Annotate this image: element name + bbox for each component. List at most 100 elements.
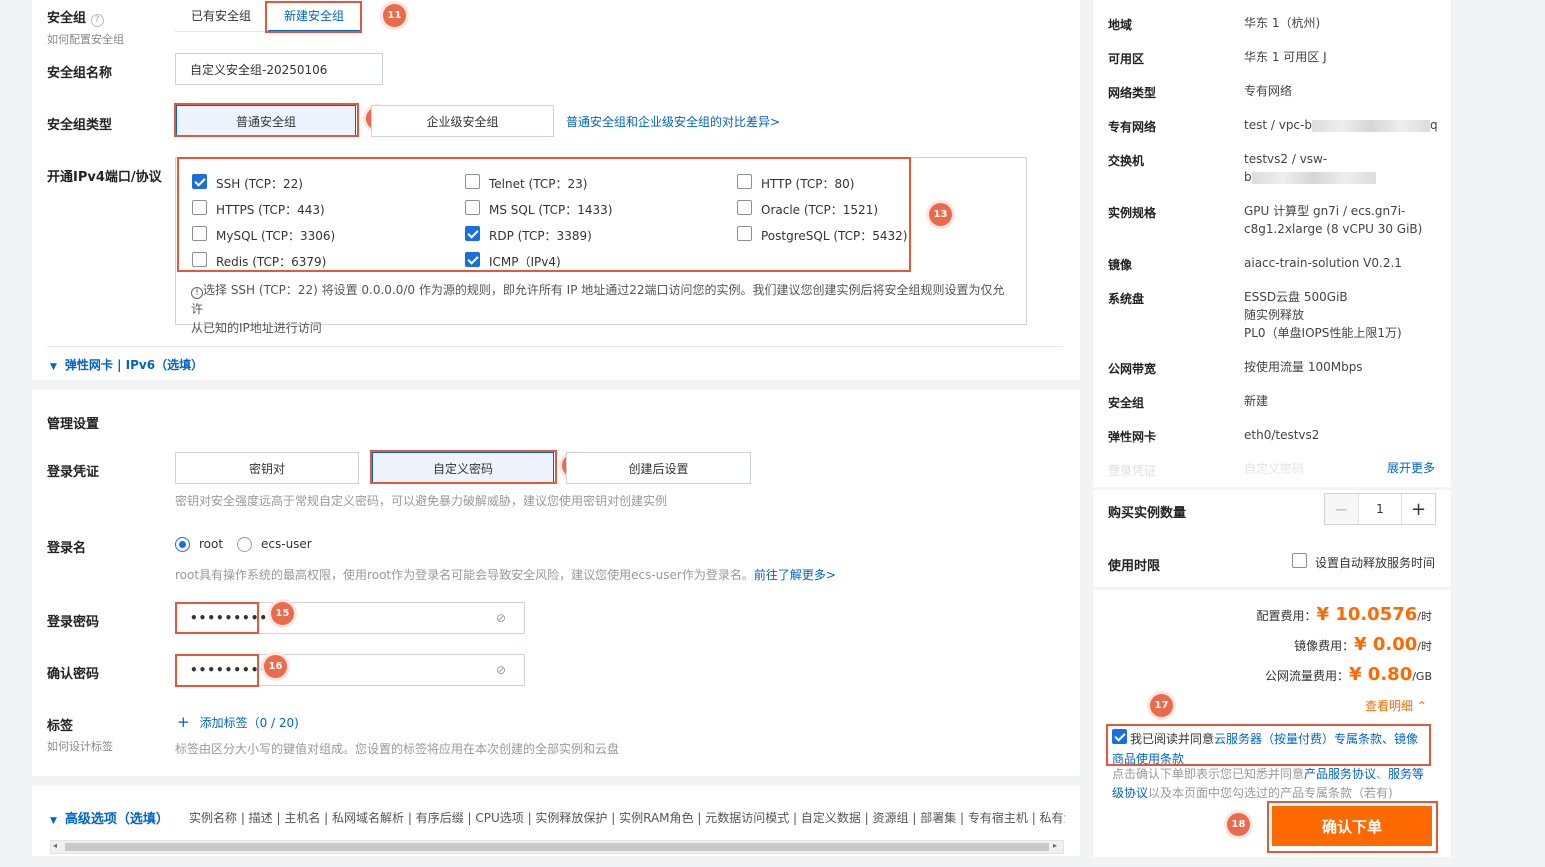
scroll-left-icon[interactable]: ◂ [53,841,57,850]
root-radio[interactable] [175,537,190,552]
credential-later-button[interactable]: 创建后设置 [566,452,751,484]
tag-label: 标签 [47,719,74,734]
credential-password-button[interactable]: 自定义密码 [372,452,554,484]
login-learn-more-link[interactable]: 前往了解更多> [754,568,836,582]
port-checkbox[interactable] [192,252,207,267]
eni-ipv6-toggle[interactable]: ▼ 弹性网卡 | IPv6（选填） [50,356,203,373]
password-input[interactable]: ••••••••••• [175,602,525,634]
add-tag-button[interactable]: + 添加标签（0 / 20) [177,713,299,731]
type-compare-link[interactable]: 普通安全组和企业级安全组的对比差异> [566,113,780,130]
port-label: Oracle (TCP：1521) [761,203,879,217]
chevron-up-icon: ⌃ [1416,699,1427,713]
tab-new-security-group[interactable]: 新建安全组 [268,0,360,32]
tag-help-link[interactable]: 如何设计标签 [47,738,113,754]
summary-label: 地域 [1108,18,1133,32]
scroll-right-icon[interactable]: ▸ [1053,841,1057,850]
credential-keypair-button[interactable]: 密钥对 [175,452,359,484]
port-label: MySQL (TCP：3306) [216,229,336,243]
horizontal-scrollbar[interactable]: ◂ ▸ [50,840,1064,854]
port-label: SSH (TCP：22) [216,177,303,191]
management-title: 管理设置 [47,417,100,432]
port-label: MS SQL (TCP：1433) [489,203,613,217]
step-badge: 17 [1150,694,1173,717]
view-detail-link[interactable]: 查看明细 ⌃ [1365,697,1427,714]
agree-terms-text: 我已阅读并同意云服务器（按量付费）专属条款、镜像 [1130,732,1419,746]
summary-label: 网络类型 [1108,86,1157,100]
help-icon[interactable]: ? [90,14,104,27]
summary-label: 专有网络 [1108,120,1157,134]
tag-hint: 标签由区分大小写的键值对组成。您设置的标签将应用在本次创建的全部实例和云盘 [175,742,620,756]
summary-label: 镜像 [1108,258,1133,272]
credential-hint: 密钥对安全强度远高于常规自定义密码，可以避免暴力破解威胁，建议您使用密钥对创建实… [175,494,668,508]
step-badge: 15 [271,602,294,625]
step-badge: 13 [929,203,952,226]
security-group-name-input[interactable]: 自定义安全组-20250106 [175,53,383,85]
summary-value: 新建 [1244,394,1269,408]
ports-label: 开通IPv4端口/协议 [47,170,162,185]
port-checkbox[interactable] [192,226,207,241]
summary-value: 专有网络 [1244,84,1293,98]
eye-off-icon[interactable]: ⊘ [496,663,506,677]
summary-value: test / vpc-b q [1244,118,1438,132]
type-normal-button[interactable]: 普通安全组 [176,105,356,137]
quantity-label: 购买实例数量 [1108,506,1187,521]
quantity-value[interactable]: 1 [1358,494,1402,524]
port-label: PostgreSQL (TCP：5432) [761,229,908,243]
divider [47,346,1063,347]
ssh-warning: ! 选择 SSH (TCP：22) 将设置 0.0.0.0/0 作为源的规则，即允… [191,283,1005,335]
quantity-plus-button[interactable]: + [1402,494,1435,524]
terms-link[interactable]: 云服务器（按量付费）专属条款、镜像 [1214,732,1418,746]
order-notice: 点击确认下单即表示您已知悉并同意产品服务协议、服务等 级协议以及本页面中您勾选过的… [1112,767,1425,800]
ecs-user-radio[interactable] [237,537,252,552]
summary-label: 公网带宽 [1108,362,1157,376]
credential-label: 登录凭证 [47,465,100,480]
port-checkbox[interactable] [737,200,752,215]
advanced-toggle[interactable]: ▼ 高级选项（选填） [50,808,169,827]
port-checkbox[interactable] [737,226,752,241]
scrollbar-thumb[interactable] [65,843,1049,851]
summary-label: 交换机 [1108,154,1145,168]
port-label: ICMP（IPv4) [489,255,561,269]
confirm-order-button[interactable]: 确认下单 [1272,806,1432,846]
tab-existing-security-group[interactable]: 已有安全组 [175,0,267,32]
summary-value: aiacc-train-solution V0.2.1 [1244,256,1402,270]
login-name-label: 登录名 [47,541,87,556]
login-hint: root具有操作系统的最高权限，使用root作为登录名可能会导致安全风险，建议您… [175,568,836,582]
summary-value: testvs2 / vsw-b [1244,150,1376,186]
port-checkbox[interactable] [465,226,480,241]
summary-value: 华东 1（杭州) [1244,16,1321,30]
port-label: Telnet (TCP：23) [489,177,588,191]
security-group-name-label: 安全组名称 [47,66,113,81]
port-checkbox[interactable] [737,174,752,189]
security-group-label: 安全组 ? [47,7,104,27]
summary-value: GPU 计算型 gn7i / ecs.gn7i-c8g1.2xlarge (8 … [1244,204,1423,236]
step-badge: 18 [1227,813,1250,836]
caret-down-icon: ▼ [50,816,57,826]
port-checkbox[interactable] [192,200,207,215]
service-agreement-link[interactable]: 产品服务协议 [1304,767,1376,781]
redacted-text [1251,171,1376,184]
port-checkbox[interactable] [192,174,207,189]
sla-link[interactable]: 服务等 [1388,767,1424,781]
expand-more-link[interactable]: 展开更多 [1387,459,1435,476]
type-enterprise-button[interactable]: 企业级安全组 [371,105,554,137]
port-label: RDP (TCP：3389) [489,229,592,243]
port-checkbox[interactable] [465,174,480,189]
summary-label: 可用区 [1108,52,1145,66]
eye-off-icon[interactable]: ⊘ [496,611,506,625]
port-label: Redis (TCP：6379) [216,255,327,269]
step-badge: 16 [264,655,287,678]
port-checkbox[interactable] [465,200,480,215]
summary-label: 实例规格 [1108,206,1157,220]
port-checkbox[interactable] [465,252,480,267]
quantity-stepper[interactable]: − 1 + [1324,493,1436,525]
summary-value: ESSD云盘 500GiB 随实例释放 PL0（单盘IOPS性能上限1万) [1244,290,1402,340]
confirm-password-input[interactable]: ••••••••••• [175,654,525,686]
root-radio-label: root [199,537,224,551]
redacted-text [1311,119,1430,132]
security-group-help-link[interactable]: 如何配置安全组 [47,31,124,47]
quantity-minus-button[interactable]: − [1325,494,1358,524]
traffic-fee: ¥ 0.80 [1349,664,1413,685]
auto-release-checkbox[interactable] [1292,553,1307,568]
image-fee: ¥ 0.00 [1354,634,1418,655]
